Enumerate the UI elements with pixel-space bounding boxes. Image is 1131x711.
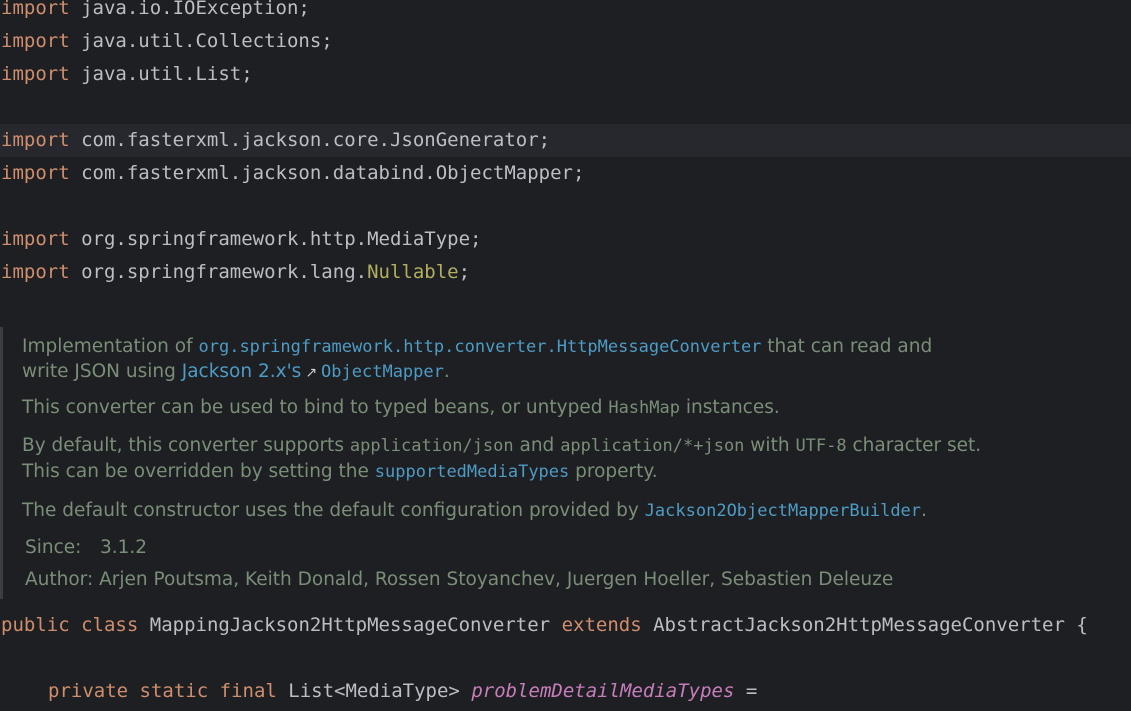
keyword-public: public <box>1 614 70 636</box>
keyword: import <box>1 261 70 283</box>
code-editor[interactable]: import java.io.IOException; import java.… <box>0 0 1131 711</box>
doc-link-httpmessageconverter[interactable]: org.springframework.http.converter.HttpM… <box>199 337 762 357</box>
doc-link-jackson[interactable]: Jackson 2.x's <box>182 361 302 382</box>
import-path: org.springframework.http.MediaType; <box>81 228 482 250</box>
code-line-import[interactable]: import java.io.IOException; <box>0 0 1131 25</box>
code-line-import[interactable]: import org.springframework.http.MediaTyp… <box>0 223 1131 256</box>
doc-link-supportedmediatypes[interactable]: supportedMediaTypes <box>375 462 569 482</box>
doc-tag-author: Author: Arjen Poutsma, Keith Donald, Ros… <box>25 568 893 592</box>
keyword-final: final <box>219 680 277 702</box>
doc-paragraph-1: Implementation of org.springframework.ht… <box>22 336 933 357</box>
open-brace: { <box>1064 614 1088 636</box>
author-label: Author: <box>25 569 94 590</box>
import-path: java.util.Collections; <box>81 30 333 52</box>
import-path: com.fasterxml.jackson.databind.ObjectMap… <box>81 162 585 184</box>
keyword-class: class <box>81 614 139 636</box>
import-path: com.fasterxml.jackson.core.JsonGenerator… <box>81 129 551 151</box>
keyword: import <box>1 0 70 19</box>
code-line-import[interactable]: import org.springframework.lang.Nullable… <box>0 256 1131 289</box>
doc-code-hashmap: HashMap <box>608 398 680 418</box>
keyword-extends: extends <box>561 614 642 636</box>
code-line-import-current[interactable]: import com.fasterxml.jackson.core.JsonGe… <box>0 124 1131 157</box>
code-line-field-declaration[interactable]: private static final List<MediaType> pro… <box>0 675 1131 708</box>
field-type[interactable]: List<MediaType> <box>288 680 460 702</box>
doc-code-json: application/json <box>349 436 514 456</box>
field-name[interactable]: problemDetailMediaTypes <box>471 680 734 702</box>
code-line-import[interactable]: import java.util.Collections; <box>0 25 1131 58</box>
assignment: = <box>734 680 758 702</box>
since-value: 3.1.2 <box>100 537 148 558</box>
doc-paragraph-2: This converter can be used to bind to ty… <box>22 397 780 418</box>
import-path: org.springframework.lang. <box>81 261 368 283</box>
external-link-icon: ↗ <box>305 365 318 381</box>
doc-link-builder[interactable]: Jackson2ObjectMapperBuilder <box>645 501 921 521</box>
keyword: import <box>1 228 70 250</box>
doc-paragraph-3: By default, this converter supports appl… <box>22 435 982 456</box>
code-line-class-declaration[interactable]: public class MappingJackson2HttpMessageC… <box>0 609 1131 642</box>
annotation-type[interactable]: Nullable <box>367 261 459 283</box>
doc-paragraph-1b: write JSON using Jackson 2.x's ↗ ObjectMap… <box>22 361 450 382</box>
import-path: java.util.List; <box>81 63 253 85</box>
keyword: import <box>1 63 70 85</box>
keyword: import <box>1 162 70 184</box>
parent-class-name[interactable]: AbstractJackson2HttpMessageConverter <box>653 614 1065 636</box>
keyword-private: private <box>48 680 129 702</box>
import-path: java.io.IOException; <box>81 0 310 19</box>
keyword: import <box>1 30 70 52</box>
doc-paragraph-3b: This can be overridden by setting the su… <box>22 461 658 482</box>
semicolon: ; <box>458 261 471 283</box>
javadoc-rendered-block[interactable]: Implementation of org.springframework.ht… <box>0 327 1131 599</box>
doc-paragraph-4: The default constructor uses the default… <box>22 500 927 521</box>
since-label: Since: <box>25 537 82 558</box>
doc-code-utf8: UTF-8 <box>795 436 847 456</box>
keyword: import <box>1 129 70 151</box>
doc-link-objectmapper[interactable]: ObjectMapper <box>321 362 444 382</box>
keyword-static: static <box>139 680 209 702</box>
author-value: Arjen Poutsma, Keith Donald, Rossen Stoy… <box>99 569 894 590</box>
code-line-import[interactable]: import com.fasterxml.jackson.databind.Ob… <box>0 157 1131 190</box>
doc-code-json-plus: application/*+json <box>560 436 745 456</box>
code-line-import[interactable]: import java.util.List; <box>0 58 1131 91</box>
class-name[interactable]: MappingJackson2HttpMessageConverter <box>150 614 550 636</box>
doc-tag-since: Since: 3.1.2 <box>25 536 147 560</box>
